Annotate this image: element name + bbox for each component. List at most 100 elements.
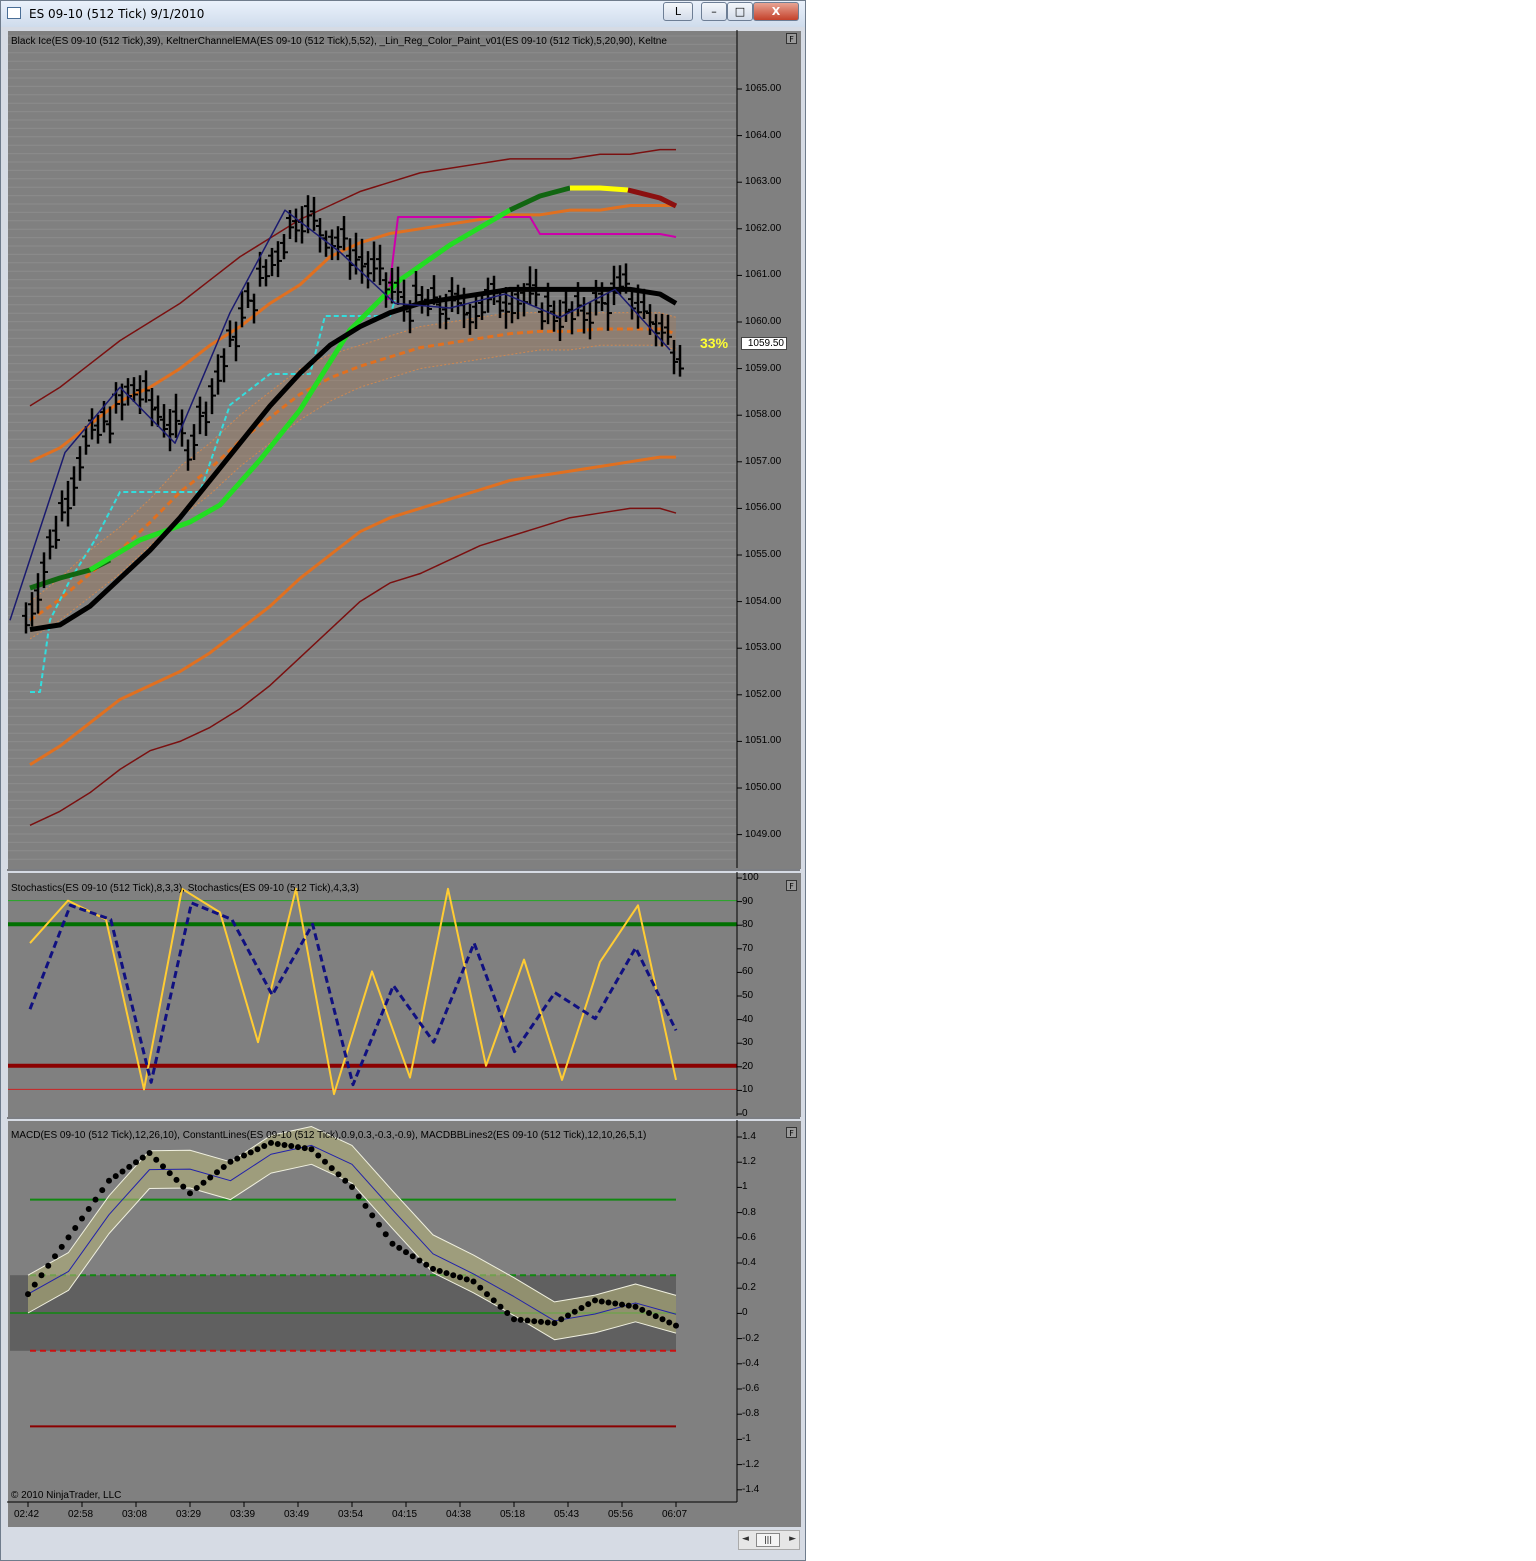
price-tick-label: 1060.00 — [745, 316, 782, 327]
stoch-tick-label: 90 — [742, 895, 754, 907]
macd-dot — [376, 1221, 382, 1228]
macd-tick-label: -0.4 — [742, 1357, 760, 1369]
macd-dot — [578, 1304, 585, 1311]
macd-dot — [652, 1313, 659, 1320]
price-tick-label: 1057.00 — [745, 455, 782, 467]
macd-dot — [450, 1272, 457, 1279]
horizontal-scrollbar[interactable]: ◄ ||| ► — [738, 1530, 800, 1550]
macd-dot — [673, 1322, 679, 1329]
macd-dot — [612, 1300, 619, 1307]
macd-dot — [65, 1234, 72, 1241]
macd-dot — [220, 1164, 227, 1171]
price-tick-label: 1065.00 — [745, 83, 782, 94]
macd-dot — [79, 1215, 85, 1222]
time-tick-label: 06:07 — [662, 1509, 688, 1520]
macd-dot — [639, 1306, 646, 1313]
linreg-segment-dark-2 — [508, 185, 571, 213]
stoch-fast-line — [29, 887, 677, 1096]
stoch-indicator-title: Stochastics(ES 09-10 (512 Tick),8,3,3), … — [11, 883, 359, 894]
time-tick-label: 03:39 — [230, 1509, 256, 1520]
macd-dot — [92, 1196, 99, 1203]
macd-tick-label: -1.4 — [742, 1483, 760, 1495]
macd-dot — [659, 1316, 666, 1323]
macd-dot — [295, 1144, 301, 1151]
price-tick-label: 1049.00 — [745, 828, 782, 840]
macd-tick-label: 1.4 — [742, 1131, 756, 1142]
macd-dot — [524, 1317, 531, 1324]
macd-tick-label: 0.2 — [742, 1282, 756, 1294]
macd-dot — [436, 1268, 443, 1274]
macd-dot — [389, 1240, 396, 1247]
macd-dot — [133, 1159, 139, 1166]
stoch-panel-format-button[interactable]: F — [786, 880, 797, 891]
scroll-right-icon[interactable]: ► — [789, 1534, 796, 1544]
macd-dot — [463, 1276, 470, 1283]
stoch-tick-label: 40 — [742, 1013, 754, 1025]
macd-dot — [247, 1149, 254, 1156]
macd-dot — [632, 1303, 639, 1310]
macd-dot — [180, 1183, 187, 1190]
price-tick-label: 1052.00 — [745, 688, 782, 700]
macd-dot — [382, 1231, 389, 1238]
macd-dot — [504, 1310, 511, 1316]
macd-tick-label: 0.4 — [742, 1257, 756, 1268]
macd-dot — [214, 1169, 220, 1176]
time-tick-label: 05:56 — [608, 1509, 634, 1520]
macd-dot — [585, 1301, 592, 1308]
stoch-tick-label: 10 — [742, 1084, 754, 1096]
copyright-text: © 2010 NinjaTrader, LLC — [11, 1490, 122, 1501]
ema-lower-band — [29, 455, 676, 766]
macd-dot — [470, 1278, 477, 1285]
stoch-tick-label: 30 — [742, 1037, 754, 1049]
macd-tick-label: -0.8 — [742, 1408, 760, 1420]
time-tick-label: 04:15 — [392, 1509, 418, 1520]
macd-dot — [342, 1177, 349, 1184]
price-panel-format-button[interactable]: F — [786, 33, 797, 44]
stoch-tick-label: 70 — [742, 942, 754, 954]
macd-dot — [396, 1244, 403, 1251]
macd-dot — [335, 1171, 342, 1178]
macd-dot — [301, 1145, 308, 1152]
macd-dot — [288, 1143, 295, 1150]
price-tick-label: 1051.00 — [745, 735, 782, 747]
stoch-tick-label: 80 — [742, 919, 754, 931]
macd-dot — [52, 1253, 58, 1260]
macd-dot — [497, 1303, 504, 1310]
stoch-tick-label: 50 — [742, 990, 754, 1001]
macd-dot — [106, 1177, 112, 1184]
macd-dot — [254, 1146, 261, 1153]
macd-dot — [430, 1265, 436, 1272]
macd-dot — [558, 1316, 565, 1323]
macd-dot — [166, 1170, 173, 1177]
macd-dot — [443, 1270, 450, 1277]
macd-dot — [261, 1143, 268, 1150]
time-tick-label: 02:42 — [14, 1509, 40, 1520]
time-tick-label: 03:49 — [284, 1509, 310, 1520]
price-tick-label: 1064.00 — [745, 129, 782, 141]
macd-dot — [403, 1249, 409, 1256]
price-tick-label: 1061.00 — [745, 269, 782, 281]
macd-dot — [457, 1274, 463, 1281]
macd-panel-format-button[interactable]: F — [786, 1127, 797, 1138]
chart-drawing — [7, 30, 800, 1507]
scroll-thumb[interactable]: ||| — [756, 1533, 780, 1547]
macd-dot — [126, 1163, 133, 1170]
stoch-slow-line — [28, 901, 678, 1087]
price-tick-label: 1058.00 — [745, 409, 782, 421]
macd-tick-label: 0.8 — [742, 1206, 756, 1218]
macd-dot — [38, 1272, 45, 1279]
price-tick-label: 1059.00 — [745, 362, 782, 374]
macd-dot — [369, 1212, 376, 1219]
macd-dot — [531, 1318, 538, 1325]
stoch-tick-label: 0 — [742, 1108, 748, 1119]
macd-dot — [605, 1299, 612, 1306]
macd-dot — [477, 1284, 484, 1291]
macd-dot — [193, 1185, 200, 1192]
price-tick-label: 1056.00 — [745, 502, 782, 514]
macd-tick-label: 0 — [742, 1307, 748, 1319]
macd-tick-label: -0.2 — [742, 1332, 760, 1344]
time-tick-label: 02:58 — [68, 1509, 94, 1520]
macd-dot — [538, 1318, 544, 1325]
scroll-left-icon[interactable]: ◄ — [742, 1534, 749, 1544]
time-tick-label: 03:54 — [338, 1509, 364, 1520]
